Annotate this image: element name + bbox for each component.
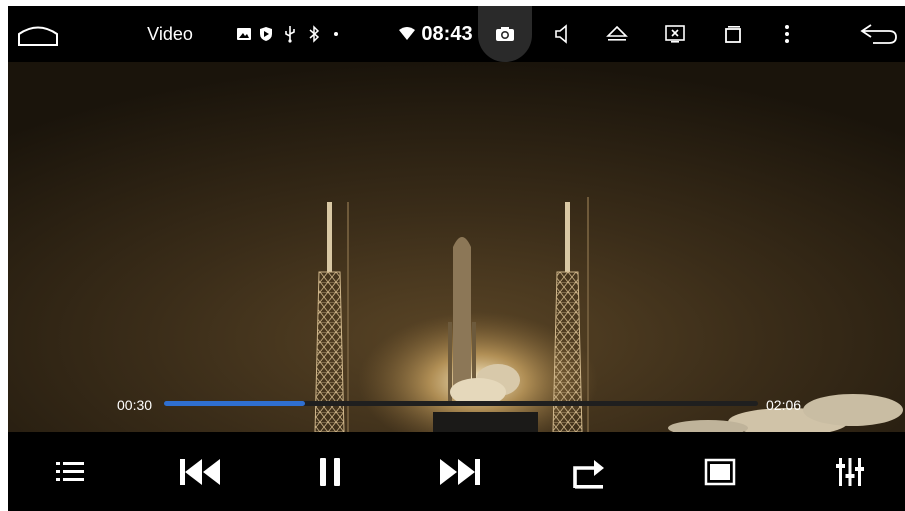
recent-apps-icon[interactable] [718,6,748,62]
screen: Video 08:43 00:30 02:06 [8,6,905,511]
volume-icon[interactable] [548,6,578,62]
usb-icon [280,6,300,62]
dot-icon [328,6,344,62]
shield-icon [256,6,276,62]
bluetooth-icon [304,6,324,62]
home-icon[interactable] [10,6,66,62]
next-icon [440,458,480,485]
progress-fill [164,401,306,406]
next-button[interactable] [420,432,500,511]
total-time: 02:06 [766,397,802,413]
more-vert-icon[interactable] [776,6,798,62]
clock: 08:43 [421,22,473,45]
pause-button[interactable] [290,432,370,511]
wifi-icon [396,6,418,62]
equalizer-button[interactable] [810,432,890,511]
previous-icon [180,458,220,485]
app-title: Video [147,23,193,44]
back-icon[interactable] [858,6,900,62]
video-frame[interactable] [8,62,905,432]
screenshot-camera-icon[interactable] [492,6,518,62]
status-bar: Video 08:43 [8,6,905,62]
image-notification-icon [234,6,254,62]
pause-icon [320,457,340,486]
current-time: 00:30 [117,397,153,413]
close-window-icon[interactable] [660,6,690,62]
eject-icon[interactable] [602,6,632,62]
equalizer-icon [836,457,864,486]
screen-mode-button[interactable] [680,432,760,511]
repeat-button[interactable] [550,432,630,511]
control-bar [8,432,905,511]
progress-bar[interactable] [164,401,758,406]
repeat-icon [573,459,604,489]
playlist-button[interactable] [30,432,110,511]
previous-button[interactable] [160,432,240,511]
screen-mode-icon [704,458,736,485]
playlist-icon [56,461,84,481]
